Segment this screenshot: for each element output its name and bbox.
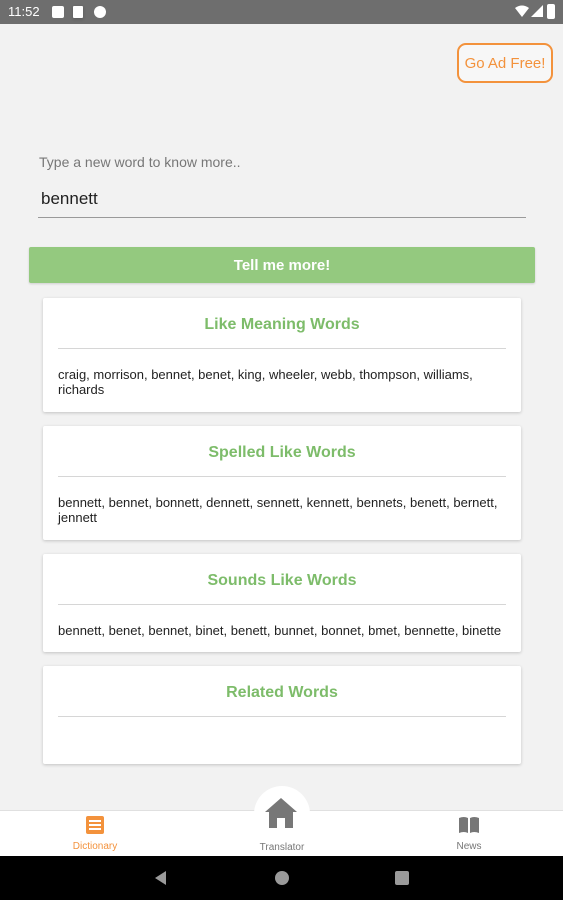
nav-label: News	[456, 841, 482, 852]
app-notification-icon	[94, 6, 106, 18]
card-divider	[58, 716, 506, 717]
word-input[interactable]	[38, 180, 526, 218]
back-icon[interactable]	[154, 871, 168, 885]
sd-card-icon	[73, 6, 83, 18]
sounds-like-card: Sounds Like Words bennett, benet, bennet…	[43, 554, 521, 652]
card-title: Like Meaning Words	[204, 316, 360, 333]
go-ad-free-button[interactable]: Go Ad Free!	[457, 43, 553, 83]
card-divider	[58, 604, 506, 605]
nav-label: Dictionary	[72, 841, 118, 852]
list-icon	[86, 816, 104, 834]
card-words: bennett, bennet, bonnett, dennett, senne…	[58, 495, 498, 525]
card-divider	[58, 476, 506, 477]
home-icon[interactable]	[263, 796, 299, 830]
search-label: Type a new word to know more..	[39, 154, 241, 170]
card-title: Spelled Like Words	[208, 444, 356, 461]
card-title: Sounds Like Words	[207, 572, 357, 589]
nav-translator[interactable]: Translator	[247, 842, 317, 853]
system-home-icon[interactable]	[275, 871, 289, 885]
signal-icon	[531, 5, 543, 17]
book-icon	[459, 817, 479, 833]
recents-icon[interactable]	[395, 871, 409, 885]
card-words: craig, morrison, bennet, benet, king, wh…	[58, 367, 473, 397]
status-time: 11:52	[8, 4, 40, 19]
system-navigation-bar	[0, 856, 563, 900]
nav-news[interactable]: News	[434, 815, 504, 852]
notification-icon	[52, 6, 64, 18]
spelled-like-card: Spelled Like Words bennett, bennet, bonn…	[43, 426, 521, 540]
like-meaning-card: Like Meaning Words craig, morrison, benn…	[43, 298, 521, 412]
wifi-icon	[515, 5, 529, 17]
card-words: bennett, benet, bennet, binet, benett, b…	[58, 623, 502, 638]
tell-me-more-button[interactable]: Tell me more!	[29, 247, 535, 283]
status-bar: 11:52	[0, 0, 563, 24]
related-words-card: Related Words	[43, 666, 521, 764]
card-title: Related Words	[226, 684, 338, 701]
card-divider	[58, 348, 506, 349]
battery-icon	[547, 4, 555, 19]
nav-label: Translator	[259, 842, 305, 853]
nav-dictionary[interactable]: Dictionary	[60, 815, 130, 852]
